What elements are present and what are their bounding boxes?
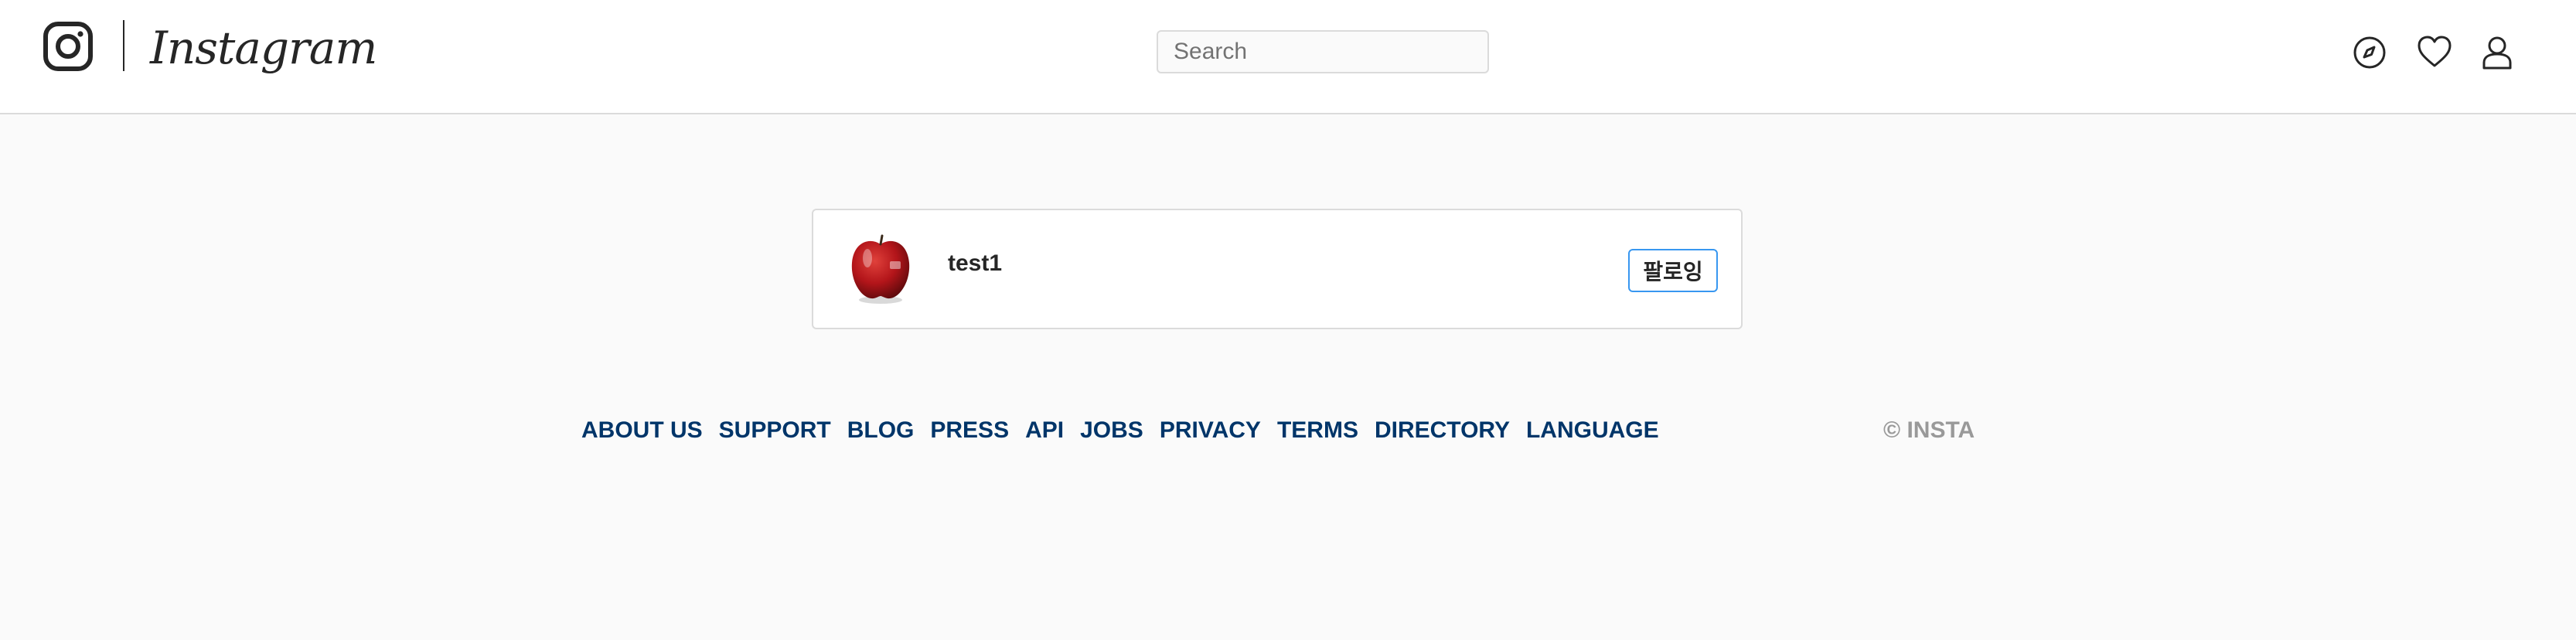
compass-icon[interactable]	[2350, 33, 2389, 72]
instagram-wordmark[interactable]: Instagram	[150, 17, 377, 79]
footer-link-terms[interactable]: TERMS	[1277, 417, 1358, 444]
user-suggestion-card: test1 팔로잉	[812, 209, 1743, 329]
footer-link-about-us[interactable]: ABOUT US	[581, 417, 703, 444]
footer-link-press[interactable]: PRESS	[930, 417, 1009, 444]
user-icon[interactable]	[2478, 33, 2516, 72]
following-button[interactable]: 팔로잉	[1628, 249, 1718, 292]
footer-link-support[interactable]: SUPPORT	[719, 417, 831, 444]
instagram-glyph-icon[interactable]	[43, 22, 93, 71]
footer-link-jobs[interactable]: JOBS	[1080, 417, 1143, 444]
heart-icon[interactable]	[2415, 33, 2454, 72]
footer-link-api[interactable]: API	[1025, 417, 1064, 444]
avatar[interactable]	[846, 232, 915, 306]
footer-link-privacy[interactable]: PRIVACY	[1160, 417, 1261, 444]
footer-link-language[interactable]: LANGUAGE	[1526, 417, 1659, 444]
logo-divider	[123, 20, 124, 71]
username[interactable]: test1	[948, 250, 1002, 277]
footer-link-directory[interactable]: DIRECTORY	[1375, 417, 1510, 444]
top-navigation-bar: Instagram	[0, 0, 2576, 114]
footer-links: ABOUT US SUPPORT BLOG PRESS API JOBS PRI…	[581, 417, 1675, 444]
search-input[interactable]	[1157, 30, 1489, 73]
copyright-text: © INSTA	[1883, 417, 1975, 443]
footer-link-blog[interactable]: BLOG	[847, 417, 915, 444]
